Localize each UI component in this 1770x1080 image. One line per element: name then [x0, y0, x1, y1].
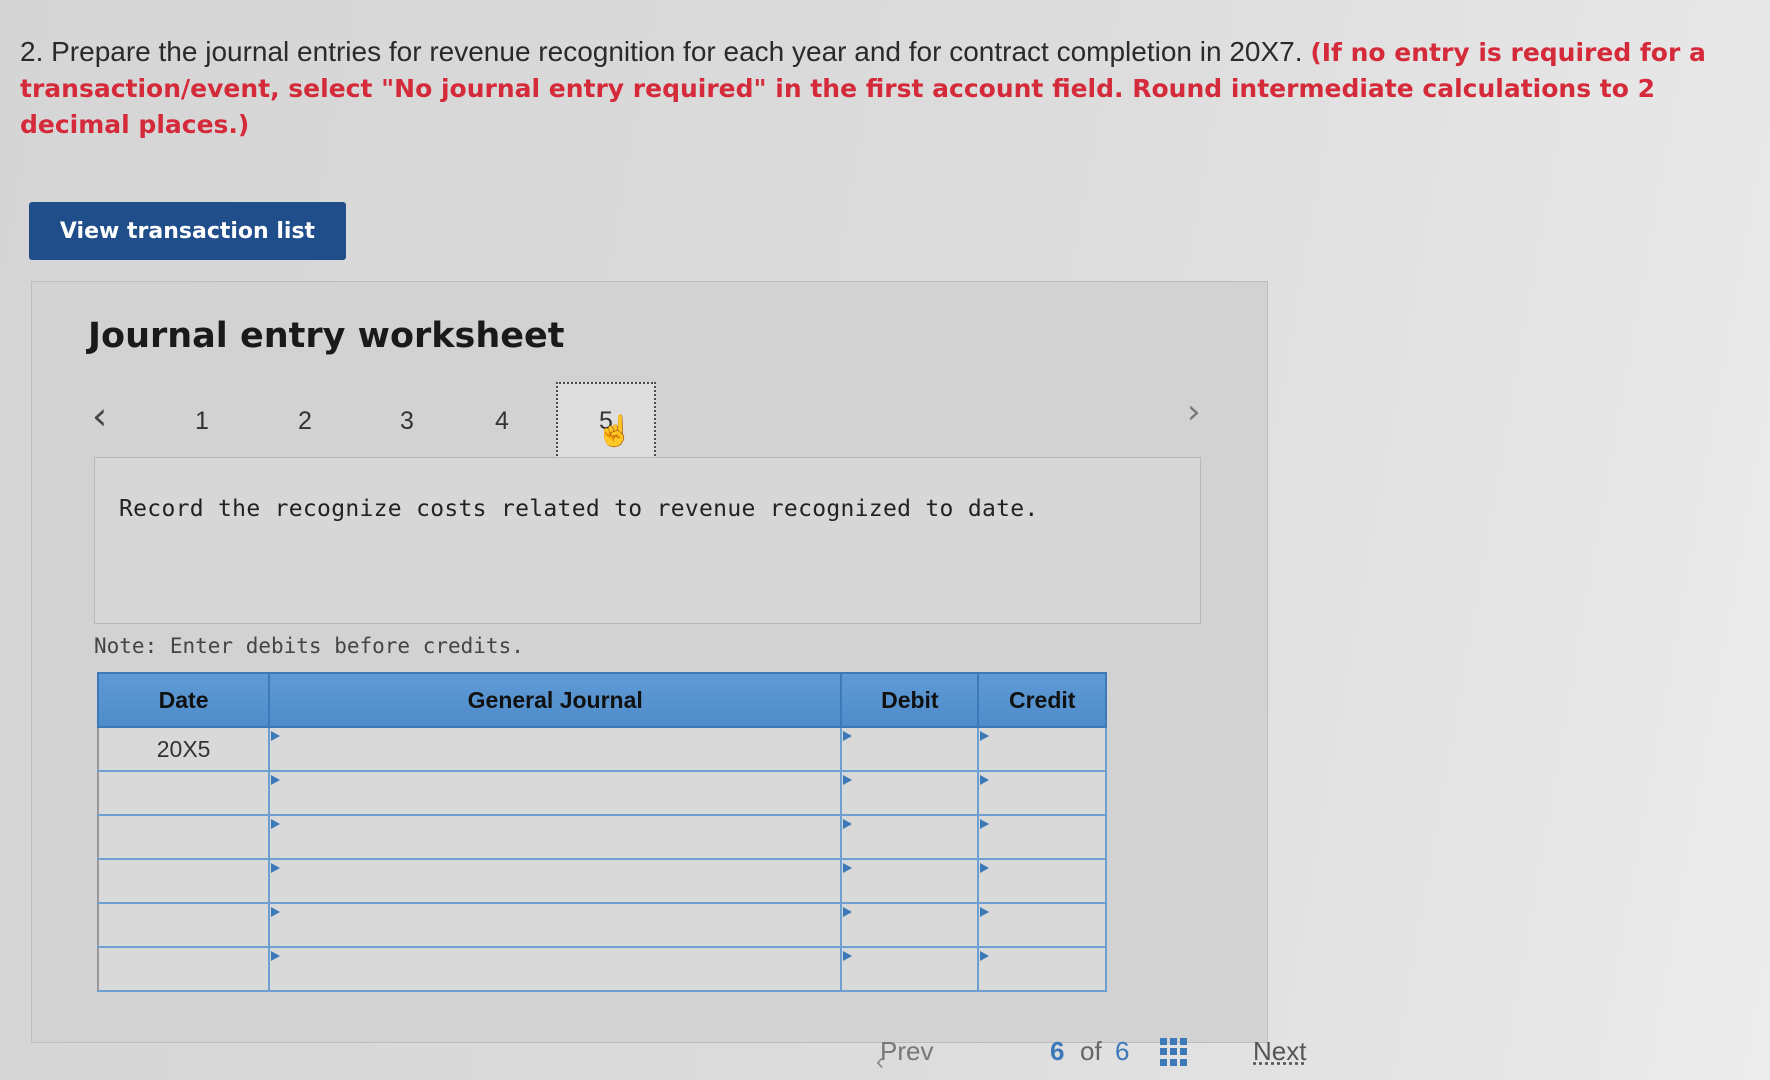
credit-field[interactable]: [977, 726, 1107, 772]
table-row: 20X5: [96, 726, 1107, 772]
date-cell: [96, 946, 271, 992]
debit-field[interactable]: [840, 946, 980, 992]
worksheet-tabs: ‹ 1 2 3 4 5 ☝ ›: [82, 382, 1252, 462]
table-row: [96, 902, 1107, 948]
chevron-right-icon[interactable]: ›: [1187, 392, 1201, 432]
date-cell: [96, 814, 271, 860]
view-transaction-list-button[interactable]: View transaction list: [29, 202, 346, 260]
account-field[interactable]: [268, 858, 843, 904]
account-field[interactable]: [268, 814, 843, 860]
tab-3[interactable]: 3: [372, 382, 442, 460]
page-total: 6: [1115, 1036, 1130, 1066]
credit-field[interactable]: [977, 814, 1107, 860]
prev-button[interactable]: Prev: [880, 1036, 933, 1076]
credit-field[interactable]: [977, 946, 1107, 992]
date-cell: [96, 858, 271, 904]
date-cell: [96, 902, 271, 948]
debit-field[interactable]: [840, 858, 980, 904]
worksheet-title: Journal entry worksheet: [88, 316, 565, 356]
table-row: [96, 770, 1107, 816]
debit-field[interactable]: [840, 814, 980, 860]
journal-entry-worksheet: Journal entry worksheet ‹ 1 2 3 4 5 ☝ › …: [31, 281, 1268, 1043]
credit-field[interactable]: [977, 858, 1107, 904]
table-row: [96, 814, 1107, 860]
entry-instruction-text: Record the recognize costs related to re…: [119, 496, 1039, 522]
tab-1[interactable]: 1: [167, 382, 237, 460]
general-journal-table: Date General Journal Debit Credit 20X5: [96, 672, 1107, 992]
table-row: [96, 946, 1107, 992]
question-main: 2. Prepare the journal entries for reven…: [20, 36, 1303, 67]
credit-header: Credit: [977, 672, 1107, 728]
table-header-row: Date General Journal Debit Credit: [96, 672, 1107, 728]
next-button[interactable]: Next: [1253, 1036, 1306, 1076]
debit-field[interactable]: [840, 902, 980, 948]
page-of-label: of: [1080, 1036, 1102, 1066]
chevron-left-icon[interactable]: ‹: [92, 394, 107, 438]
account-field[interactable]: [268, 902, 843, 948]
debit-field[interactable]: [840, 726, 980, 772]
credit-field[interactable]: [977, 902, 1107, 948]
debit-field[interactable]: [840, 770, 980, 816]
general-journal-header: General Journal: [268, 672, 843, 728]
date-cell: 20X5: [96, 726, 271, 772]
tab-5[interactable]: 5 ☝: [556, 382, 656, 460]
question-text: 2. Prepare the journal entries for reven…: [20, 34, 1720, 142]
entry-instruction-box: Record the recognize costs related to re…: [94, 457, 1201, 624]
debit-credit-note: Note: Enter debits before credits.: [94, 634, 524, 658]
hand-cursor-icon: ☝: [596, 415, 634, 448]
grid-icon[interactable]: [1160, 1038, 1188, 1066]
account-field[interactable]: [268, 770, 843, 816]
tab-4[interactable]: 4: [467, 382, 537, 460]
credit-field[interactable]: [977, 770, 1107, 816]
date-cell: [96, 770, 271, 816]
account-field[interactable]: [268, 946, 843, 992]
table-row: [96, 858, 1107, 904]
page-current: 6: [1050, 1036, 1065, 1066]
debit-header: Debit: [840, 672, 980, 728]
date-header: Date: [96, 672, 271, 728]
account-field[interactable]: [268, 726, 843, 772]
tab-2[interactable]: 2: [270, 382, 340, 460]
